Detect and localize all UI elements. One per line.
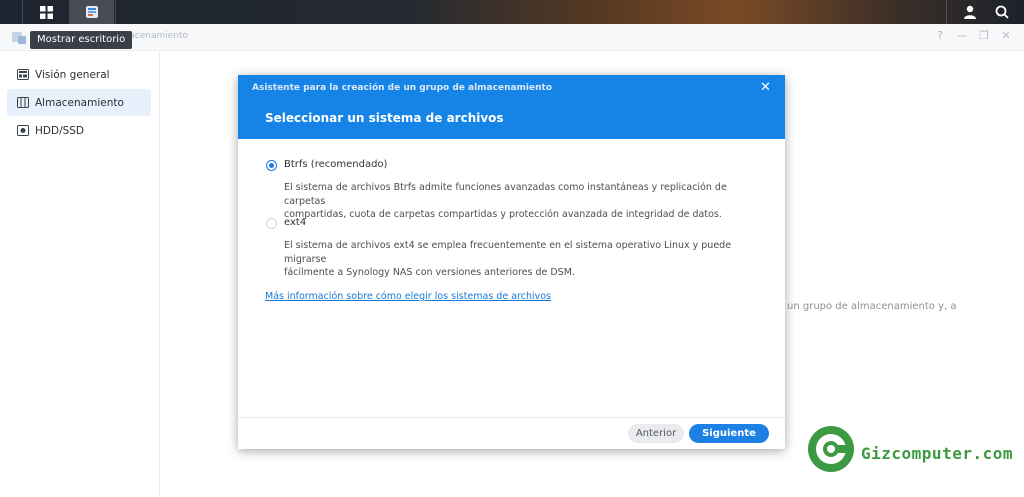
sidebar-item-label: Almacenamiento [35,96,124,109]
sidebar-item-overview[interactable]: Visión general [7,61,151,88]
ext4-description-line-1: El sistema de archivos ext4 se emplea fr… [284,240,732,265]
previous-button[interactable]: Anterior [628,424,684,443]
minimize-icon[interactable]: — [955,29,969,43]
btrfs-option-label[interactable]: Btrfs (recomendado) [284,159,387,170]
create-storage-pool-wizard: Asistente para la creación de un grupo d… [238,75,785,449]
ext4-description: El sistema de archivos ext4 se emplea fr… [284,239,754,280]
watermark-text: Gizcomputer.com [861,444,1013,463]
wizard-footer-divider [238,417,785,418]
storage-manager-app-icon [86,6,98,18]
storage-manager-taskbar-button[interactable] [70,0,114,24]
btrfs-radio[interactable] [266,160,277,171]
close-icon[interactable]: ✕ [760,80,771,95]
more-info-link[interactable]: Más información sobre cómo elegir los si… [265,291,551,302]
gizcomputer-logo-icon [808,426,854,472]
wizard-title: Asistente para la creación de un grupo d… [252,83,553,93]
sidebar-item-storage[interactable]: Almacenamiento [7,89,151,116]
main-menu-button[interactable] [24,0,68,24]
ext4-description-line-2: fácilmente a Synology NAS con versiones … [284,267,575,278]
step-title: Seleccionar un sistema de archivos [265,111,504,125]
storage-icon [17,97,29,108]
taskbar [0,0,1024,24]
btrfs-description-line-1: El sistema de archivos Btrfs admite func… [284,182,727,207]
overview-icon [17,69,29,80]
search-button[interactable] [980,0,1024,24]
user-icon [964,5,976,19]
taskbar-separator [946,0,947,24]
show-desktop-tooltip: Mostrar escritorio [30,31,133,49]
hdd-icon [17,125,29,136]
sidebar-item-hdd-ssd[interactable]: HDD/SSD [7,117,151,144]
main-menu-icon [39,5,53,19]
ext4-radio[interactable] [266,218,277,229]
restore-icon[interactable]: ❐ [977,29,991,43]
sidebar-item-label: HDD/SSD [35,124,85,137]
btrfs-description: El sistema de archivos Btrfs admite func… [284,181,754,222]
window-titlebar: lmacenamiento ? — ❐ ✕ [0,24,1024,51]
app-icon [12,32,26,44]
btrfs-description-line-2: compartidas, cuota de carpetas compartid… [284,209,722,220]
taskbar-separator [22,0,23,24]
close-window-icon[interactable]: ✕ [999,29,1013,43]
background-description-text: un grupo de almacenamiento y, a [787,301,957,312]
help-icon[interactable]: ? [933,29,947,43]
sidebar: Visión general Almacenamiento HDD/SSD [0,51,160,497]
wizard-header: Asistente para la creación de un grupo d… [238,75,785,139]
sidebar-item-label: Visión general [35,68,110,81]
ext4-option-label[interactable]: ext4 [284,217,306,228]
search-icon [995,5,1009,19]
taskbar-separator [115,0,116,24]
next-button[interactable]: Siguiente [689,424,769,443]
